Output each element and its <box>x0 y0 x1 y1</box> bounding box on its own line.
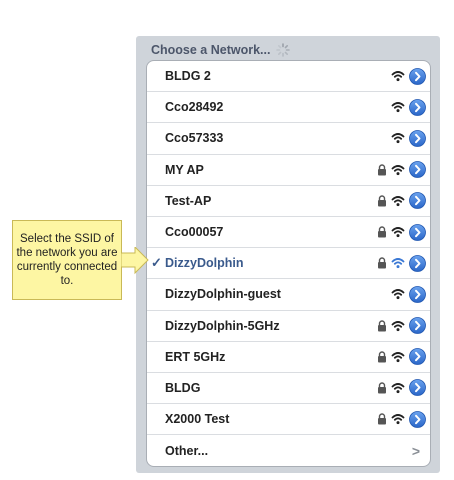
wifi-icon <box>391 164 405 176</box>
detail-disclosure-icon[interactable] <box>409 348 426 366</box>
wifi-icon <box>391 288 405 300</box>
network-icons <box>377 217 426 247</box>
network-name: BLDG <box>165 380 201 395</box>
network-row[interactable]: Test-AP <box>147 186 430 217</box>
wifi-icon <box>391 257 405 269</box>
choose-network-title: Choose a Network... <box>151 43 271 57</box>
network-row[interactable]: ✓ DizzyDolphin <box>147 248 430 280</box>
lock-icon <box>377 382 387 394</box>
network-row[interactable]: BLDG 2 <box>147 61 430 93</box>
lock-icon <box>377 319 387 332</box>
network-icons <box>377 342 426 372</box>
network-name: DizzyDolphin-5GHz <box>165 318 280 333</box>
lock-icon <box>377 195 387 207</box>
wifi-icon <box>391 226 405 238</box>
callout-pointer <box>121 247 149 275</box>
network-row[interactable]: MY AP <box>147 155 430 186</box>
network-icons <box>391 279 426 309</box>
other-network-row[interactable]: Other... > <box>147 435 430 466</box>
network-row[interactable]: Cco00057 <box>147 217 430 249</box>
network-icons <box>391 61 426 91</box>
network-row[interactable]: DizzyDolphin-5GHz <box>147 311 430 342</box>
network-icons <box>377 373 426 403</box>
detail-disclosure-icon[interactable] <box>409 379 426 397</box>
network-list: BLDG 2 Cco28492 Cco57333 MY AP Test-AP Cco000… <box>146 60 431 468</box>
network-name: Cco28492 <box>165 100 224 115</box>
network-name: X2000 Test <box>165 412 230 427</box>
network-name: BLDG 2 <box>165 69 211 84</box>
chevron-right-icon: > <box>411 442 420 459</box>
detail-disclosure-icon[interactable] <box>409 317 426 334</box>
spinner-icon <box>276 43 291 57</box>
lock-icon <box>377 413 387 425</box>
network-name: DizzyDolphin-guest <box>165 287 281 302</box>
network-name: Test-AP <box>165 193 212 208</box>
network-icons <box>377 186 426 216</box>
lock-icon <box>377 163 387 176</box>
lock-icon <box>377 226 387 238</box>
network-row[interactable]: Cco57333 <box>147 123 430 155</box>
detail-disclosure-icon[interactable] <box>409 130 426 147</box>
network-row[interactable]: Cco28492 <box>147 92 430 124</box>
network-name: Cco00057 <box>165 225 224 240</box>
network-panel: Choose a Network... BLDG 2 Cco28492 Cco573… <box>136 36 440 473</box>
detail-disclosure-icon[interactable] <box>409 67 426 85</box>
other-label: Other... <box>165 443 209 458</box>
panel-header: Choose a Network... <box>151 40 291 60</box>
network-name: MY AP <box>165 162 204 177</box>
wifi-icon <box>391 413 405 425</box>
network-name: Cco57333 <box>165 131 224 146</box>
network-row[interactable]: BLDG <box>147 373 430 405</box>
wifi-icon <box>391 70 405 82</box>
callout-note: Select the SSID of the network you are c… <box>12 220 122 300</box>
network-row[interactable]: X2000 Test <box>147 404 430 436</box>
detail-disclosure-icon[interactable] <box>409 192 426 210</box>
wifi-icon <box>391 132 405 144</box>
checkmark-icon: ✓ <box>151 255 162 271</box>
detail-disclosure-icon[interactable] <box>409 254 426 272</box>
detail-disclosure-icon[interactable] <box>409 410 426 428</box>
detail-disclosure-icon[interactable] <box>409 161 426 179</box>
wifi-icon <box>391 195 405 207</box>
network-icons <box>377 311 426 341</box>
network-row[interactable]: ERT 5GHz <box>147 342 430 373</box>
wifi-icon <box>391 101 405 113</box>
detail-disclosure-icon[interactable] <box>409 98 426 116</box>
network-icons <box>377 155 426 185</box>
wifi-icon <box>391 382 405 394</box>
network-icons <box>391 123 426 153</box>
lock-icon <box>377 351 387 363</box>
lock-icon <box>377 257 387 269</box>
wifi-icon <box>391 351 405 363</box>
callout-text: Select the SSID of the network you are c… <box>16 233 118 287</box>
network-row[interactable]: DizzyDolphin-guest <box>147 279 430 311</box>
wifi-icon <box>391 320 405 332</box>
network-icons <box>377 404 426 434</box>
network-name: DizzyDolphin <box>165 256 244 271</box>
detail-disclosure-icon[interactable] <box>409 286 426 303</box>
detail-disclosure-icon[interactable] <box>409 223 426 241</box>
network-icons <box>391 92 426 122</box>
network-icons <box>377 248 426 278</box>
network-name: ERT 5GHz <box>165 349 226 364</box>
